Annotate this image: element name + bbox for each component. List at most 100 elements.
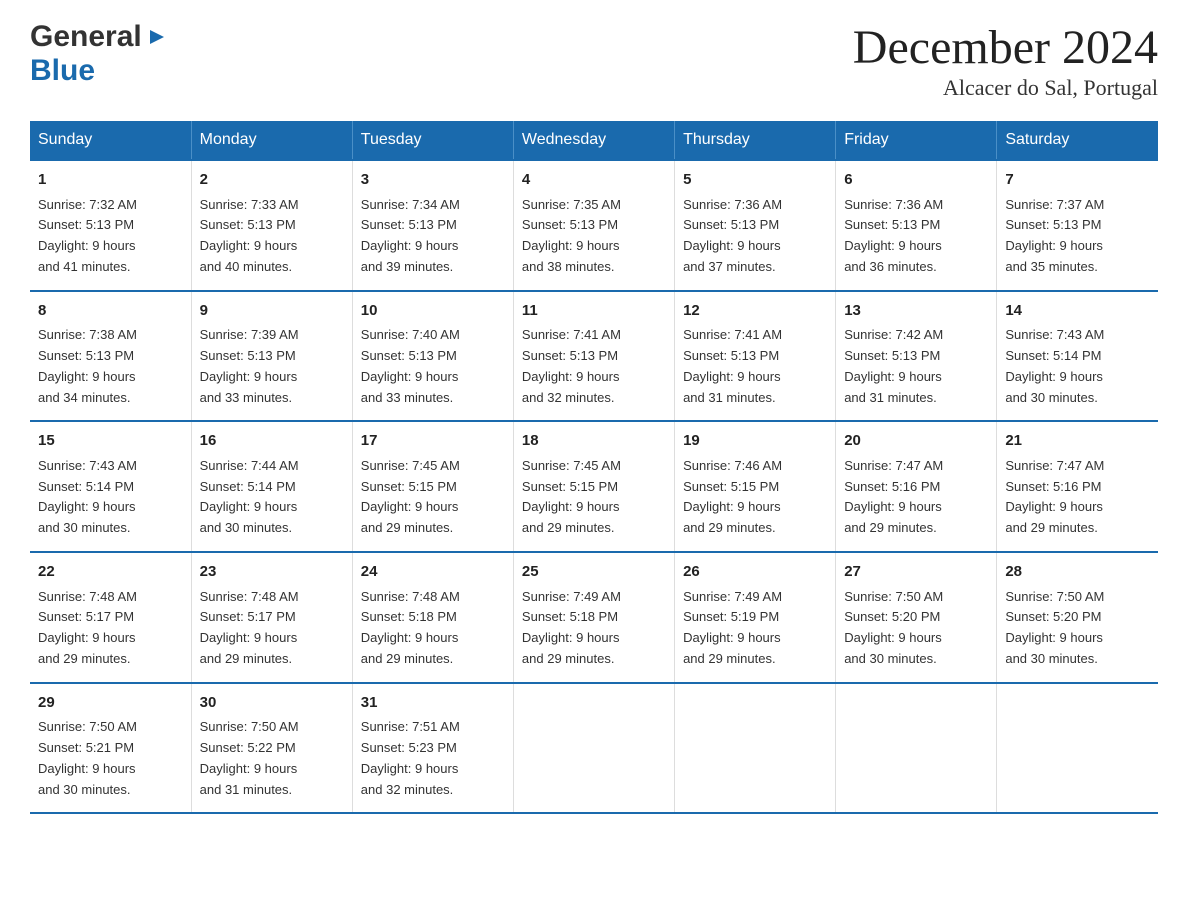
day-number: 22 [38, 561, 183, 584]
day-number: 17 [361, 430, 505, 453]
empty-cell [675, 683, 836, 814]
location: Alcacer do Sal, Portugal [853, 75, 1158, 101]
day-info: Sunrise: 7:50 AMSunset: 5:21 PMDaylight:… [38, 719, 137, 796]
day-cell-20: 20 Sunrise: 7:47 AMSunset: 5:16 PMDayligh… [836, 421, 997, 552]
day-info: Sunrise: 7:37 AMSunset: 5:13 PMDaylight:… [1005, 197, 1104, 274]
day-cell-1: 1Sunrise: 7:32 AMSunset: 5:13 PMDaylight… [30, 160, 191, 291]
month-title: December 2024 [853, 20, 1158, 75]
day-info: Sunrise: 7:48 AMSunset: 5:17 PMDaylight:… [38, 589, 137, 666]
day-number: 30 [200, 692, 344, 715]
day-info: Sunrise: 7:43 AMSunset: 5:14 PMDaylight:… [1005, 327, 1104, 404]
day-cell-17: 17 Sunrise: 7:45 AMSunset: 5:15 PMDayligh… [352, 421, 513, 552]
day-cell-3: 3 Sunrise: 7:34 AMSunset: 5:13 PMDaylight… [352, 160, 513, 291]
day-number: 15 [38, 430, 183, 453]
day-number: 2 [200, 169, 344, 192]
day-number: 7 [1005, 169, 1150, 192]
day-cell-15: 15Sunrise: 7:43 AMSunset: 5:14 PMDayligh… [30, 421, 191, 552]
day-info: Sunrise: 7:45 AMSunset: 5:15 PMDaylight:… [361, 458, 460, 535]
day-number: 28 [1005, 561, 1150, 584]
week-row-2: 8 Sunrise: 7:38 AMSunset: 5:13 PMDaylight… [30, 291, 1158, 422]
day-cell-11: 11 Sunrise: 7:41 AMSunset: 5:13 PMDayligh… [513, 291, 674, 422]
day-info: Sunrise: 7:50 AMSunset: 5:20 PMDaylight:… [1005, 589, 1104, 666]
day-cell-24: 24Sunrise: 7:48 AMSunset: 5:18 PMDayligh… [352, 552, 513, 683]
page-header: General Blue December 2024 Alcacer do Sa… [30, 20, 1158, 101]
logo-blue: Blue [30, 54, 95, 87]
day-info: Sunrise: 7:40 AMSunset: 5:13 PMDaylight:… [361, 327, 460, 404]
day-info: Sunrise: 7:44 AMSunset: 5:14 PMDaylight:… [200, 458, 299, 535]
day-cell-13: 13 Sunrise: 7:42 AMSunset: 5:13 PMDayligh… [836, 291, 997, 422]
empty-cell [513, 683, 674, 814]
day-number: 16 [200, 430, 344, 453]
day-number: 6 [844, 169, 988, 192]
day-cell-2: 2Sunrise: 7:33 AMSunset: 5:13 PMDaylight… [191, 160, 352, 291]
weekday-header-row: SundayMondayTuesdayWednesdayThursdayFrid… [30, 121, 1158, 160]
day-cell-27: 27Sunrise: 7:50 AMSunset: 5:20 PMDayligh… [836, 552, 997, 683]
week-row-1: 1Sunrise: 7:32 AMSunset: 5:13 PMDaylight… [30, 160, 1158, 291]
day-info: Sunrise: 7:50 AMSunset: 5:20 PMDaylight:… [844, 589, 943, 666]
day-cell-25: 25 Sunrise: 7:49 AMSunset: 5:18 PMDayligh… [513, 552, 674, 683]
day-cell-29: 29 Sunrise: 7:50 AMSunset: 5:21 PMDayligh… [30, 683, 191, 814]
day-cell-14: 14 Sunrise: 7:43 AMSunset: 5:14 PMDayligh… [997, 291, 1158, 422]
day-number: 8 [38, 300, 183, 323]
day-info: Sunrise: 7:41 AMSunset: 5:13 PMDaylight:… [522, 327, 621, 404]
day-cell-23: 23 Sunrise: 7:48 AMSunset: 5:17 PMDayligh… [191, 552, 352, 683]
day-cell-5: 5 Sunrise: 7:36 AMSunset: 5:13 PMDaylight… [675, 160, 836, 291]
week-row-4: 22 Sunrise: 7:48 AMSunset: 5:17 PMDayligh… [30, 552, 1158, 683]
logo: General Blue [30, 20, 166, 88]
day-cell-30: 30 Sunrise: 7:50 AMSunset: 5:22 PMDayligh… [191, 683, 352, 814]
day-cell-7: 7 Sunrise: 7:37 AMSunset: 5:13 PMDaylight… [997, 160, 1158, 291]
day-info: Sunrise: 7:36 AMSunset: 5:13 PMDaylight:… [683, 197, 782, 274]
day-number: 3 [361, 169, 505, 192]
day-number: 25 [522, 561, 666, 584]
day-info: Sunrise: 7:34 AMSunset: 5:13 PMDaylight:… [361, 197, 460, 274]
day-number: 14 [1005, 300, 1150, 323]
day-number: 19 [683, 430, 827, 453]
day-number: 23 [200, 561, 344, 584]
day-number: 5 [683, 169, 827, 192]
day-number: 29 [38, 692, 183, 715]
day-cell-22: 22 Sunrise: 7:48 AMSunset: 5:17 PMDayligh… [30, 552, 191, 683]
day-info: Sunrise: 7:32 AMSunset: 5:13 PMDaylight:… [38, 197, 137, 274]
day-info: Sunrise: 7:42 AMSunset: 5:13 PMDaylight:… [844, 327, 943, 404]
calendar-table: SundayMondayTuesdayWednesdayThursdayFrid… [30, 121, 1158, 814]
day-info: Sunrise: 7:35 AMSunset: 5:13 PMDaylight:… [522, 197, 621, 274]
day-info: Sunrise: 7:45 AMSunset: 5:15 PMDaylight:… [522, 458, 621, 535]
day-info: Sunrise: 7:38 AMSunset: 5:13 PMDaylight:… [38, 327, 137, 404]
day-info: Sunrise: 7:50 AMSunset: 5:22 PMDaylight:… [200, 719, 299, 796]
day-number: 11 [522, 300, 666, 323]
day-cell-8: 8 Sunrise: 7:38 AMSunset: 5:13 PMDaylight… [30, 291, 191, 422]
day-cell-6: 6 Sunrise: 7:36 AMSunset: 5:13 PMDaylight… [836, 160, 997, 291]
day-info: Sunrise: 7:48 AMSunset: 5:17 PMDaylight:… [200, 589, 299, 666]
day-number: 9 [200, 300, 344, 323]
week-row-3: 15Sunrise: 7:43 AMSunset: 5:14 PMDayligh… [30, 421, 1158, 552]
day-number: 4 [522, 169, 666, 192]
day-info: Sunrise: 7:51 AMSunset: 5:23 PMDaylight:… [361, 719, 460, 796]
day-info: Sunrise: 7:47 AMSunset: 5:16 PMDaylight:… [1005, 458, 1104, 535]
empty-cell [836, 683, 997, 814]
day-number: 21 [1005, 430, 1150, 453]
day-number: 13 [844, 300, 988, 323]
day-info: Sunrise: 7:49 AMSunset: 5:18 PMDaylight:… [522, 589, 621, 666]
logo-general: General [30, 20, 142, 54]
day-number: 26 [683, 561, 827, 584]
weekday-header-monday: Monday [191, 121, 352, 160]
day-info: Sunrise: 7:48 AMSunset: 5:18 PMDaylight:… [361, 589, 460, 666]
day-number: 31 [361, 692, 505, 715]
day-info: Sunrise: 7:46 AMSunset: 5:15 PMDaylight:… [683, 458, 782, 535]
title-area: December 2024 Alcacer do Sal, Portugal [853, 20, 1158, 101]
weekday-header-friday: Friday [836, 121, 997, 160]
day-cell-21: 21 Sunrise: 7:47 AMSunset: 5:16 PMDayligh… [997, 421, 1158, 552]
weekday-header-sunday: Sunday [30, 121, 191, 160]
day-info: Sunrise: 7:49 AMSunset: 5:19 PMDaylight:… [683, 589, 782, 666]
day-cell-16: 16 Sunrise: 7:44 AMSunset: 5:14 PMDayligh… [191, 421, 352, 552]
empty-cell [997, 683, 1158, 814]
day-number: 18 [522, 430, 666, 453]
day-cell-18: 18 Sunrise: 7:45 AMSunset: 5:15 PMDayligh… [513, 421, 674, 552]
day-info: Sunrise: 7:47 AMSunset: 5:16 PMDaylight:… [844, 458, 943, 535]
day-cell-31: 31 Sunrise: 7:51 AMSunset: 5:23 PMDayligh… [352, 683, 513, 814]
weekday-header-thursday: Thursday [675, 121, 836, 160]
weekday-header-tuesday: Tuesday [352, 121, 513, 160]
day-info: Sunrise: 7:36 AMSunset: 5:13 PMDaylight:… [844, 197, 943, 274]
week-row-5: 29 Sunrise: 7:50 AMSunset: 5:21 PMDayligh… [30, 683, 1158, 814]
day-number: 20 [844, 430, 988, 453]
